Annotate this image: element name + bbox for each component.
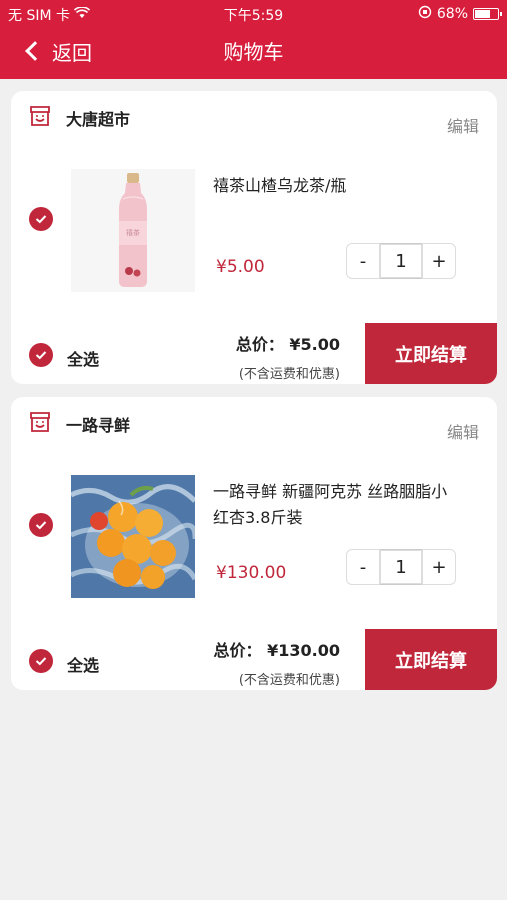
quantity-value[interactable]: 1 (380, 549, 422, 585)
header-bar: 无 SIM 卡 下午5:59 68% 返回 购物车 (0, 0, 507, 79)
product-price: ¥130.00 (216, 563, 287, 583)
total-note: (不含运费和优惠) (238, 367, 340, 382)
store-icon (28, 410, 52, 434)
checkmark-icon (35, 521, 47, 530)
select-all-checkbox[interactable] (29, 343, 53, 367)
orientation-lock-icon (418, 5, 432, 23)
checkmark-icon (35, 215, 47, 224)
store-card: 一路寻鲜 编辑 一路寻鲜 新疆阿克苏 丝路胭脂小红杏3.8斤装 ¥130.00 … (11, 397, 497, 690)
edit-button[interactable]: 编辑 (447, 419, 479, 443)
item-checkbox[interactable] (29, 207, 53, 231)
checkmark-icon (35, 351, 47, 360)
increase-button[interactable]: + (422, 243, 456, 279)
total-price: 总价： ¥5.00 (235, 335, 340, 354)
select-all-label[interactable]: 全选 (67, 346, 99, 370)
page-title: 购物车 (223, 40, 284, 64)
checkout-button[interactable]: 立即结算 (365, 323, 497, 384)
battery-icon (473, 8, 502, 20)
store-card: 大唐超市 编辑 禧茶 禧茶山楂乌龙茶/瓶 ¥5.00 - 1 + 全选 总价： … (11, 91, 497, 384)
store-name: 一路寻鲜 (66, 416, 131, 435)
quantity-stepper: - 1 + (346, 549, 456, 585)
total-note: (不含运费和优惠) (238, 673, 340, 688)
product-name[interactable]: 一路寻鲜 新疆阿克苏 丝路胭脂小红杏3.8斤装 (213, 479, 453, 531)
checkout-button[interactable]: 立即结算 (365, 629, 497, 690)
product-price: ¥5.00 (216, 257, 265, 277)
select-all-label[interactable]: 全选 (67, 652, 99, 676)
product-name[interactable]: 禧茶山楂乌龙茶/瓶 (213, 173, 453, 199)
edit-button[interactable]: 编辑 (447, 113, 479, 137)
checkmark-icon (35, 657, 47, 666)
store-icon (28, 104, 52, 128)
svg-text:禧茶: 禧茶 (126, 228, 140, 237)
select-all-checkbox[interactable] (29, 649, 53, 673)
store-name: 大唐超市 (66, 110, 131, 129)
status-bar: 无 SIM 卡 下午5:59 68% (0, 0, 507, 28)
product-image[interactable]: 禧茶 (71, 169, 195, 292)
total-price: 总价： ¥130.00 (213, 641, 340, 660)
product-image[interactable] (71, 475, 195, 598)
battery-percent: 68% (436, 6, 468, 22)
decrease-button[interactable]: - (346, 243, 380, 279)
increase-button[interactable]: + (422, 549, 456, 585)
item-checkbox[interactable] (29, 513, 53, 537)
decrease-button[interactable]: - (346, 549, 380, 585)
quantity-stepper: - 1 + (346, 243, 456, 279)
quantity-value[interactable]: 1 (380, 243, 422, 279)
